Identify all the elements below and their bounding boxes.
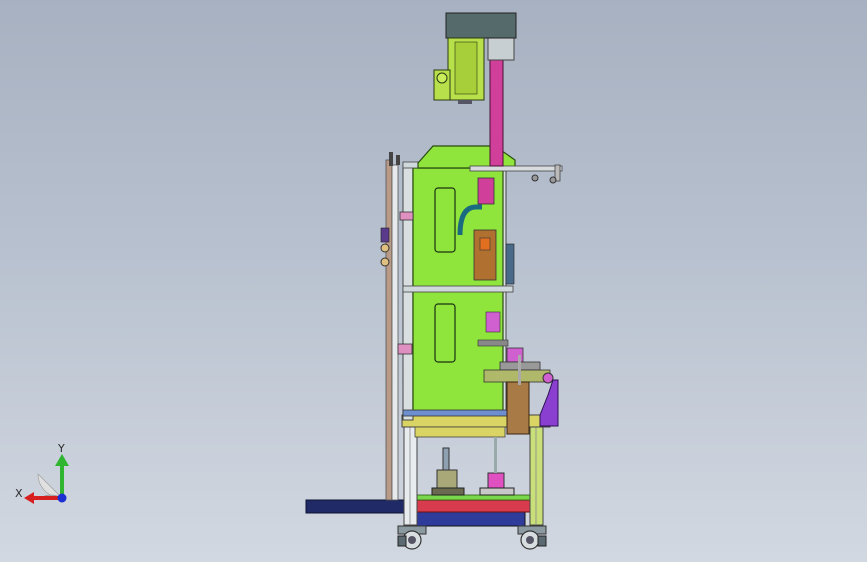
- left-pipe: [385, 159, 393, 501]
- base-plate-blue: [414, 511, 526, 527]
- triad-y-arrow: [55, 454, 69, 466]
- frame-upright-left: [402, 164, 414, 421]
- base-plate-green-strip: [414, 494, 534, 501]
- motor-cap: [445, 12, 517, 39]
- lower-fixture-right: [479, 437, 515, 496]
- leg-right: [529, 424, 544, 526]
- lift-column: [489, 57, 504, 167]
- triad-origin: [57, 493, 67, 503]
- base-plate-red: [414, 499, 534, 513]
- top-arm: [469, 165, 563, 172]
- panel-window-lower: [434, 303, 456, 363]
- caster-left: [397, 525, 427, 550]
- triad-x-arrow: [24, 492, 34, 504]
- leg-left: [403, 424, 418, 526]
- triad-y-label: Y: [58, 442, 65, 455]
- triad-x-label: X: [15, 487, 23, 500]
- base-rail: [305, 499, 417, 514]
- cad-viewport[interactable]: Y X: [0, 0, 867, 562]
- panel-window-upper: [434, 187, 456, 253]
- brown-bracket: [506, 381, 530, 435]
- purple-bracket: [539, 379, 559, 427]
- caster-right: [517, 525, 547, 550]
- lower-fixture-left: [431, 447, 465, 496]
- machine-assembly-model[interactable]: [0, 0, 867, 562]
